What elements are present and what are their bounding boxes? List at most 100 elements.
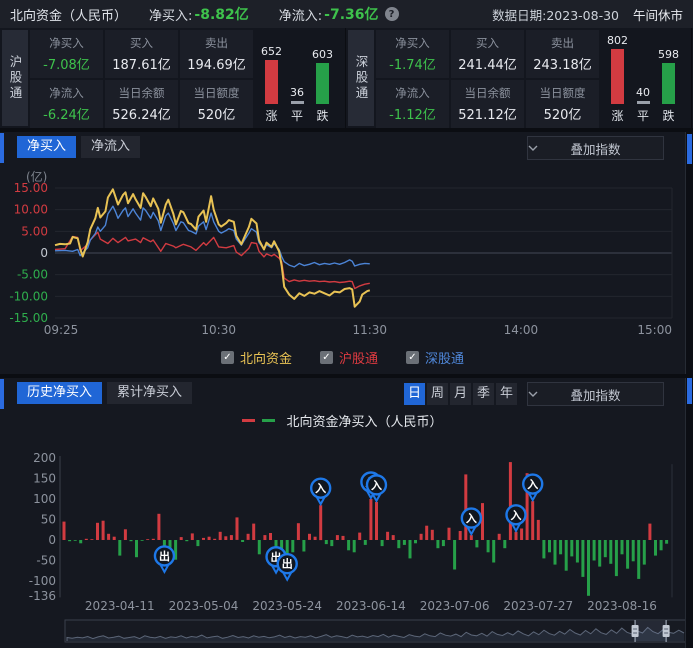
y-tick-label: 5.00 [21,224,48,238]
section1-scrollbar[interactable] [686,132,693,374]
bar [559,540,562,554]
legend-item-2[interactable]: ✓ 深股通 [406,348,464,367]
bar [576,540,579,563]
bar [509,462,512,540]
bar [74,540,77,541]
bar [247,534,250,540]
updown-column: 598跌 [658,32,679,124]
updown-label: 跌 [662,107,674,124]
bar [130,540,133,541]
bar [615,540,618,576]
legend-label: 北向资金 [240,348,292,367]
net-inflow-summary: 净流入: -7.36亿 ? [279,4,399,24]
bar [643,540,646,565]
bar [102,521,105,540]
bar [392,535,395,540]
legend-item-0[interactable]: ✓ 北向资金 [221,348,292,367]
bar [369,499,372,540]
bar [464,474,467,540]
y-tick-label: -10.00 [9,289,48,303]
bar [157,514,160,540]
updown-bar [316,63,329,104]
stat-label: 当日余额 [465,85,511,101]
help-icon[interactable]: ? [385,7,399,21]
bar [542,540,545,558]
bar [475,540,478,547]
bar [319,505,322,540]
x-tick-label: 14:00 [504,323,539,337]
section2-scrollbar[interactable] [686,378,693,648]
y-tick-label: -15.00 [9,311,48,325]
bar [409,540,412,558]
bar [375,502,378,540]
bar [654,540,657,556]
bar [570,540,573,556]
bar [107,534,110,540]
bar [347,540,350,550]
bar [442,540,445,546]
checkbox-icon[interactable]: ✓ [221,351,234,364]
legend-label: 深股通 [425,348,464,367]
checkbox-icon[interactable]: ✓ [406,351,419,364]
bar [531,501,534,540]
bar [537,520,540,540]
x-tick-label: 2023-08-16 [587,599,657,613]
bar [414,540,417,543]
flat-count: 36 [290,86,304,99]
bar [63,522,66,540]
y-tick-label: 100 [33,492,56,506]
handle-grip[interactable] [663,625,670,637]
section1-scroll-thumb[interactable] [687,134,692,164]
bar [263,535,266,540]
net-buy-label: 净买入: [149,5,192,24]
x-tick-label: 2023-07-06 [420,599,490,613]
updown-column: 652涨 [261,32,282,124]
x-tick-label: 2023-05-24 [252,599,322,613]
stat-label: 当日余额 [119,85,165,101]
updown-bar [611,49,624,104]
bar [381,540,384,546]
stat-label: 买入 [476,35,499,51]
bar [397,540,400,548]
checkbox-icon[interactable]: ✓ [320,351,333,364]
x-tick-label: 10:30 [201,323,236,337]
intraday-chart-section: 净买入净流入 叠加指数 (亿) 15.0010.005.000-5.00-10.… [0,132,693,374]
net-buy-summary: 净买入: -8.82亿 [149,4,253,24]
legend-label: 沪股通 [339,348,378,367]
x-tick-label: 2023-06-14 [336,599,406,613]
updown-label: 平 [637,107,649,124]
bar [403,540,406,545]
history-bar-chart: 200150100500-50-100-1362023-04-112023-05… [0,378,693,648]
updown-column: 36平 [290,32,304,124]
handle-grip[interactable] [632,625,639,637]
marker-pin-出[interactable]: 出 [278,554,297,580]
bar [587,540,590,596]
range-selected-window[interactable] [635,621,666,641]
stat-label: 净流入 [49,85,84,101]
updown-column: 802涨 [607,32,628,124]
x-tick-label: 2023-05-04 [169,599,239,613]
stat-value: -7.08亿 [43,54,90,73]
market-status: 午间休市 [633,5,683,24]
y-tick-label: 50 [41,513,56,527]
legend-item-1[interactable]: ✓ 沪股通 [320,348,378,367]
updown-column: 603跌 [312,32,333,124]
updown-bar [637,101,650,104]
bar [118,540,121,556]
bar [135,540,138,557]
stat-cell: 净买入-7.08亿 [30,30,103,78]
bar [593,540,596,561]
marker-pin-出[interactable]: 出 [155,546,174,572]
marker-pin-入[interactable]: 入 [311,479,330,505]
stat-cell: 卖出194.69亿 [180,30,253,78]
bar [291,540,294,552]
board-name: 深股通 [348,30,374,126]
stat-cell: 买入241.44亿 [451,30,524,78]
bar [648,524,651,540]
stat-value: -6.24亿 [43,104,90,123]
pin-glyph: 入 [466,512,477,525]
board-hugutong: 沪股通净买入-7.08亿买入187.61亿卖出194.69亿净流入-6.24亿当… [0,28,346,128]
stat-cell: 当日余额521.12亿 [451,80,524,128]
stat-cell: 当日额度520亿 [526,80,599,128]
section2-scroll-thumb[interactable] [687,378,692,404]
